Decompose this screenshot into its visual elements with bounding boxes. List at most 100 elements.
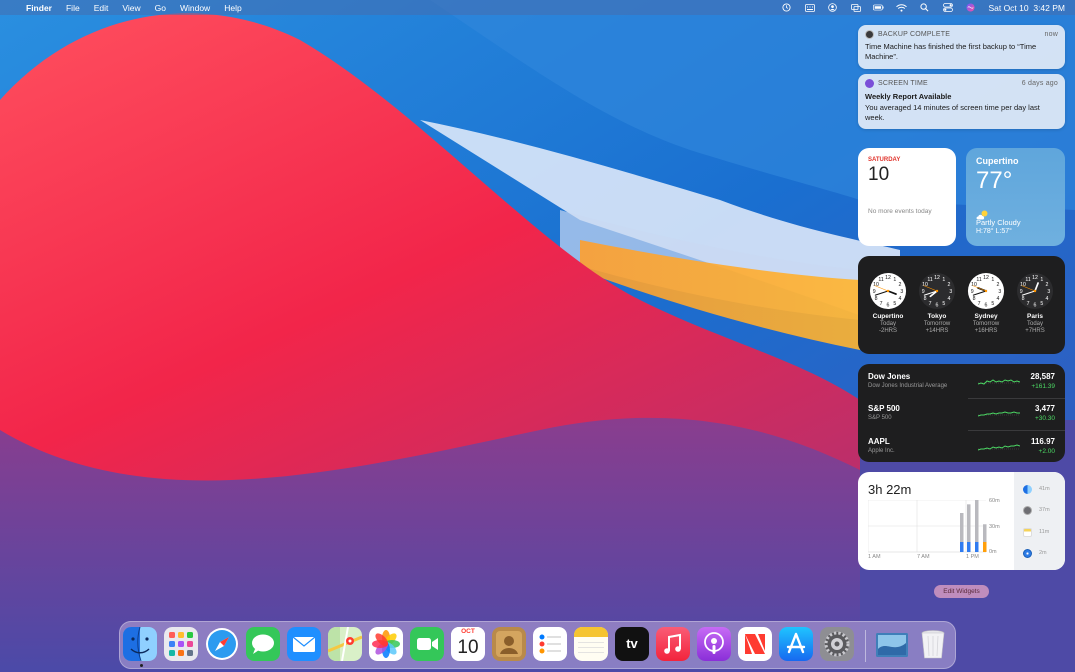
- clock-numeral: 9: [1020, 289, 1023, 295]
- chart-y-label: 0m: [989, 549, 997, 555]
- clock-numeral: 8: [924, 296, 927, 302]
- launchpad-icon[interactable]: [164, 627, 198, 661]
- wifi-icon[interactable]: [896, 3, 908, 13]
- clock-numeral: 3: [900, 289, 903, 295]
- clock-numeral: 1: [1040, 277, 1043, 283]
- clock-numeral: 4: [898, 296, 901, 302]
- stock-row-sp500[interactable]: S&P 500 S&P 500 3,477 +30.30: [868, 402, 1055, 430]
- clock-numeral: 12: [934, 275, 940, 281]
- app-usage-value: 37m: [1039, 507, 1050, 513]
- notification-app-name: BACKUP COMPLETE: [878, 31, 951, 38]
- user-icon[interactable]: [827, 3, 838, 13]
- clock-city: Tokyo: [927, 313, 947, 320]
- clock-numeral: 5: [942, 301, 945, 307]
- clock-tokyo: 1 2 3 4 5 6 7 8 9 10 11 12 Tokyo Tomorrow +14HRS: [912, 272, 962, 334]
- world-clock-widget[interactable]: 1 2 3 4 5 6 7 8 9 10 11 12 Cupertino Today -2HRS 12…: [858, 256, 1065, 354]
- screen-time-total: 3h 22m: [868, 482, 912, 497]
- screen-time-bar-segment: [975, 542, 979, 552]
- reminders-icon[interactable]: [533, 627, 567, 661]
- clock-numeral: 12: [885, 275, 891, 281]
- facetime-icon[interactable]: [410, 627, 444, 661]
- menu-window[interactable]: Window: [180, 3, 210, 13]
- calendar-icon[interactable]: OCT 10: [451, 627, 485, 661]
- clock-offset: -2HRS: [878, 328, 897, 334]
- stock-sparkline: [978, 444, 1020, 451]
- apple-tv-icon[interactable]: tv: [615, 627, 649, 661]
- stock-price: 116.97: [1030, 437, 1055, 446]
- control-center-icon[interactable]: [942, 3, 953, 13]
- stock-row-aapl[interactable]: AAPL Apple Inc. 116.97 +2.00: [868, 435, 1055, 462]
- clock-numeral: 7: [978, 301, 981, 307]
- calendar-widget[interactable]: SATURDAY 10 No more events today: [858, 148, 956, 246]
- time-machine-icon[interactable]: [781, 3, 792, 13]
- calendar-date: 10: [868, 164, 890, 185]
- analog-clock-icon: 1234567891011 12: [918, 272, 956, 310]
- screen-mirror-icon[interactable]: [850, 3, 861, 13]
- menu-file[interactable]: File: [66, 3, 80, 13]
- screen-time-app-row[interactable]: 41m: [1023, 484, 1063, 494]
- clock-numeral: 8: [973, 296, 976, 302]
- notification-backup[interactable]: BACKUP COMPLETE now Time Machine has fin…: [858, 25, 1065, 69]
- clock-numeral: 11: [927, 277, 933, 283]
- safari-icon[interactable]: [205, 627, 239, 661]
- clock-numeral: 3: [949, 289, 952, 295]
- clock-numeral: 2: [1045, 282, 1048, 288]
- app-usage-value: 2m: [1039, 550, 1047, 556]
- siri-icon[interactable]: [965, 3, 976, 13]
- clock-numeral: 2: [996, 282, 999, 288]
- stock-sparkline: [978, 379, 1020, 385]
- calendar-icon-day: 10: [457, 637, 479, 658]
- search-icon[interactable]: [919, 3, 930, 13]
- weather-city: Cupertino: [976, 156, 1019, 166]
- news-icon[interactable]: [738, 627, 772, 661]
- weather-widget[interactable]: Cupertino 77° Partly Cloudy H:78° L:57°: [966, 148, 1065, 246]
- dock: OCT 10 tv: [119, 621, 956, 669]
- time-machine-icon: [865, 30, 874, 39]
- edit-widgets-button[interactable]: Edit Widgets: [934, 585, 989, 598]
- clock-numeral: 12: [1032, 275, 1038, 281]
- battery-icon[interactable]: [873, 3, 885, 13]
- clock-sydney: 1 2 3 4 5 6 7 8 9 10 11 12 Sydney Tomorrow +16HRS: [961, 272, 1011, 334]
- stock-change: +161.39: [1031, 383, 1055, 390]
- finder-icon[interactable]: [123, 627, 157, 661]
- system-preferences-icon[interactable]: [820, 627, 854, 661]
- stock-row-dow[interactable]: Dow Jones Dow Jones Industrial Average 2…: [868, 370, 1055, 398]
- music-icon[interactable]: [656, 627, 690, 661]
- menu-help[interactable]: Help: [224, 3, 241, 13]
- menu-go[interactable]: Go: [155, 3, 166, 13]
- keyboard-icon[interactable]: [804, 3, 815, 13]
- clock-numeral: 8: [1022, 296, 1025, 302]
- notes-icon: [1023, 527, 1032, 537]
- screen-time-app-row[interactable]: 37m: [1023, 505, 1063, 515]
- messages-icon[interactable]: [246, 627, 280, 661]
- notification-screen-time[interactable]: SCREEN TIME 6 days ago Weekly Report Ava…: [858, 74, 1065, 129]
- menu-edit[interactable]: Edit: [94, 3, 109, 13]
- trash-icon[interactable]: [916, 627, 950, 661]
- menu-app-name[interactable]: Finder: [26, 3, 52, 13]
- clock-numeral: 1: [893, 277, 896, 283]
- contacts-icon[interactable]: [492, 627, 526, 661]
- clock-center: [886, 289, 890, 293]
- chart-x-label: 1 PM: [966, 554, 979, 560]
- mail-icon[interactable]: [287, 627, 321, 661]
- notes-icon[interactable]: [574, 627, 608, 661]
- stocks-widget[interactable]: Dow Jones Dow Jones Industrial Average 2…: [858, 364, 1065, 462]
- photos-icon[interactable]: [369, 627, 403, 661]
- app-store-icon[interactable]: [779, 627, 813, 661]
- calendar-icon-month: OCT: [451, 627, 485, 637]
- clock-numeral: 5: [991, 301, 994, 307]
- clock-numeral: 11: [878, 277, 884, 283]
- clock-numeral: 6: [985, 303, 988, 309]
- downloads-stack-icon[interactable]: [874, 627, 910, 661]
- menu-clock[interactable]: Sat Oct 10 3:42 PM: [988, 3, 1065, 13]
- maps-icon[interactable]: [328, 627, 362, 661]
- menu-view[interactable]: View: [122, 3, 140, 13]
- screen-time-widget[interactable]: 3h 22m 60m 30m 0m 1 AM 7 AM 1 PM 41m 37m…: [858, 472, 1065, 570]
- notification-time: now: [1044, 31, 1058, 38]
- clock-paris: 1 2 3 4 5 6 7 8 9 10 11 12 Paris Today +7HRS: [1010, 272, 1060, 334]
- podcasts-icon[interactable]: [697, 627, 731, 661]
- clock-numeral: 11: [1025, 277, 1031, 283]
- clock-offset: +7HRS: [1025, 328, 1045, 334]
- screen-time-app-row[interactable]: 11m: [1023, 527, 1063, 537]
- screen-time-app-row[interactable]: 2m: [1023, 548, 1063, 558]
